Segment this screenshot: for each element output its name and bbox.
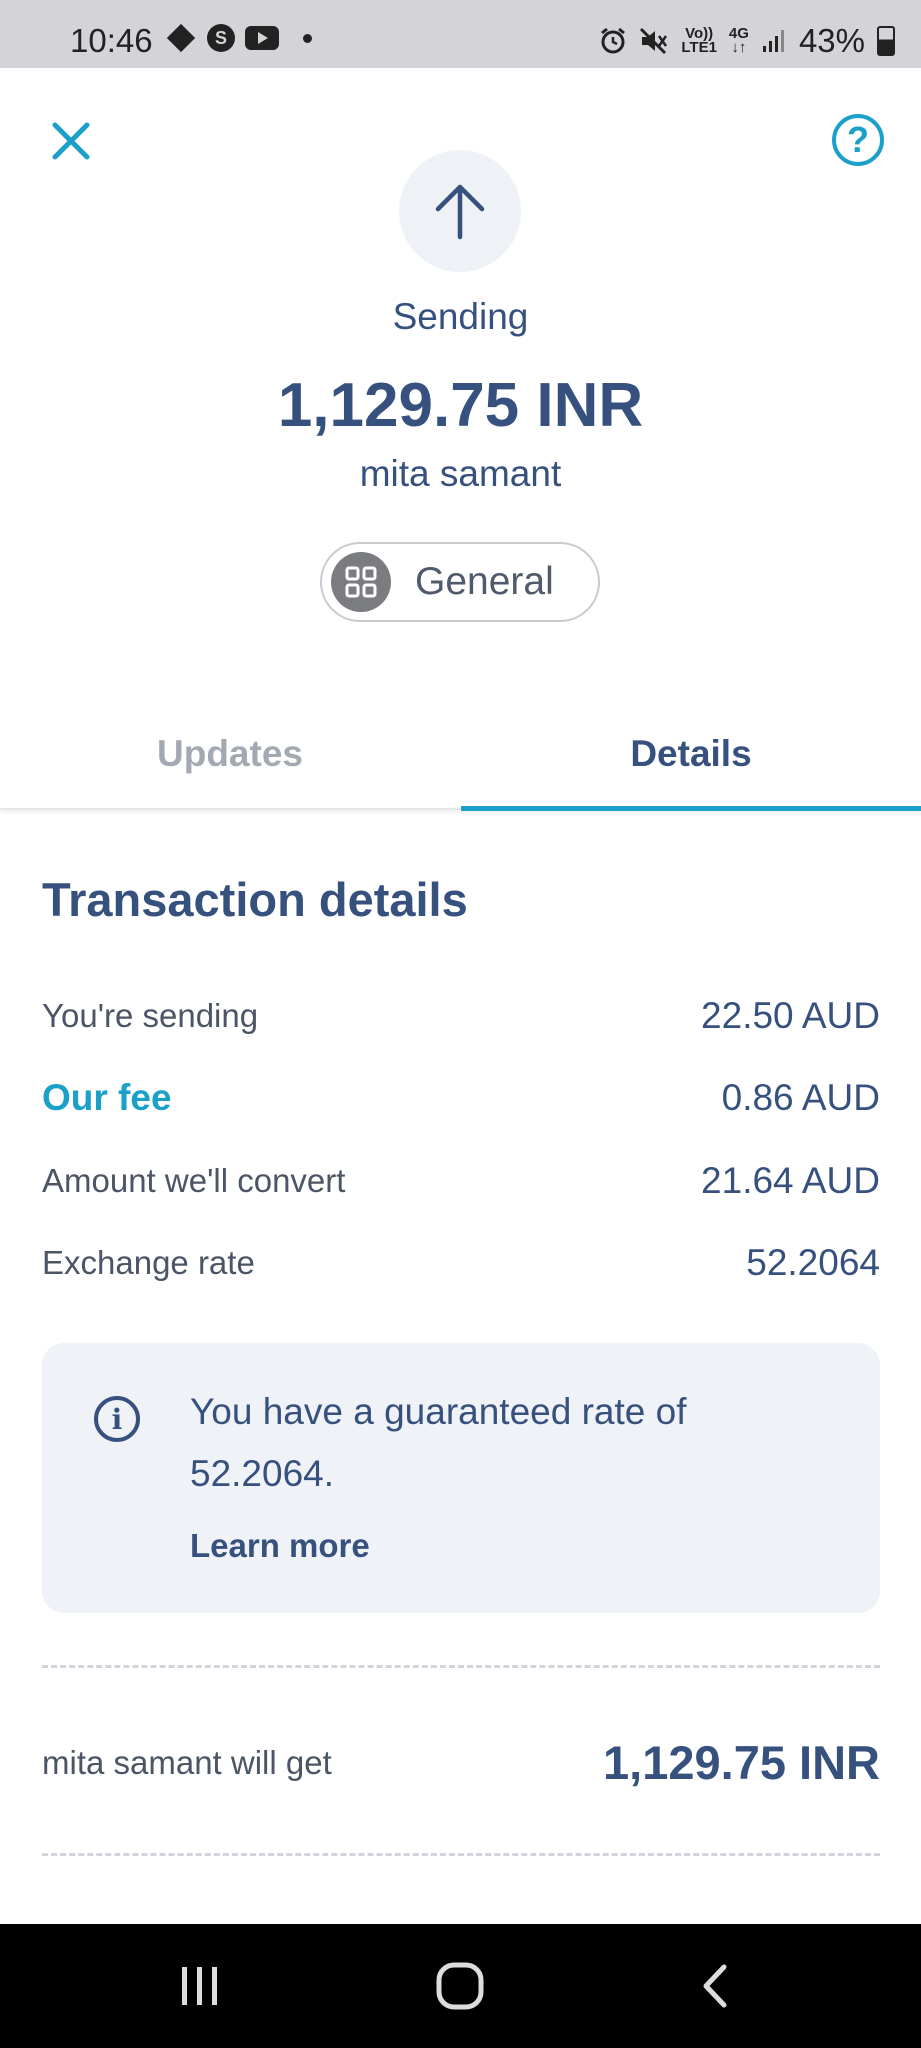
back-icon <box>703 1964 727 2008</box>
row-value: 52.2064 <box>746 1242 880 1283</box>
category-chip[interactable]: General <box>320 542 600 622</box>
network-type: 4G ↓↑ <box>728 25 749 56</box>
diamond-icon <box>166 23 196 53</box>
battery-icon <box>877 26 895 56</box>
row-value: 0.86 AUD <box>721 1077 880 1118</box>
volte-indicator: Vo)) LTE1 <box>681 26 717 56</box>
active-tab-indicator <box>461 806 921 811</box>
s-app-icon: S <box>207 24 235 52</box>
lte-label: LTE1 <box>681 39 717 56</box>
divider <box>42 1853 880 1856</box>
notification-icons: S <box>165 23 312 53</box>
home-button[interactable] <box>380 1924 540 2048</box>
detail-row-convert: Amount we'll convert 21.64 AUD <box>42 1156 880 1206</box>
status-time: 10:46 <box>70 22 153 59</box>
signal-icon <box>762 30 784 52</box>
tab-bar: Updates Details <box>0 700 921 811</box>
row-value: 22.50 AUD <box>701 995 880 1036</box>
transfer-amount: 1,129.75 INR <box>277 371 644 440</box>
question-mark-icon: ? <box>847 119 869 160</box>
arrow-up-icon <box>435 184 485 240</box>
info-text: You have a guaranteed rate of 52.2064. <box>190 1391 687 1494</box>
detail-row-sending: You're sending 22.50 AUD <box>42 991 880 1041</box>
close-button[interactable] <box>46 116 96 166</box>
transfer-direction-badge <box>399 150 521 272</box>
detail-row-fee: Our fee 0.86 AUD <box>42 1073 880 1123</box>
tab-details[interactable]: Details <box>461 700 921 808</box>
recent-apps-button[interactable] <box>120 1924 280 2048</box>
learn-more-link[interactable]: Learn more <box>190 1527 370 1565</box>
alarm-icon <box>601 27 626 54</box>
youtube-icon <box>245 26 279 50</box>
receive-label: mita samant will get <box>42 1744 332 1781</box>
system-nav-bar <box>0 1924 921 2048</box>
system-icons: Vo)) LTE1 4G ↓↑ 43% <box>599 22 895 60</box>
fee-link[interactable]: Our fee <box>42 1077 172 1119</box>
section-title: Transaction details <box>42 873 468 926</box>
row-label: You're sending <box>42 997 259 1034</box>
category-label: General <box>415 560 554 603</box>
mute-icon <box>640 27 668 55</box>
home-icon <box>436 1962 484 2010</box>
receive-amount: 1,129.75 INR <box>603 1736 880 1789</box>
tab-updates[interactable]: Updates <box>0 700 460 808</box>
divider <box>42 1665 880 1668</box>
recent-apps-icon <box>182 1967 217 2005</box>
battery-percent: 43% <box>798 22 865 59</box>
detail-row-rate: Exchange rate 52.2064 <box>42 1238 880 1288</box>
back-button[interactable] <box>636 1924 796 2048</box>
row-label: Amount we'll convert <box>42 1162 346 1199</box>
transfer-status: Sending <box>392 296 529 337</box>
info-icon: i <box>94 1396 140 1442</box>
help-button[interactable]: ? <box>832 114 884 166</box>
row-label: Exchange rate <box>42 1244 255 1281</box>
close-icon <box>52 122 90 160</box>
grid-icon <box>331 552 391 612</box>
more-notifications-dot-icon <box>303 33 312 43</box>
recipient-name: mita samant <box>359 453 562 494</box>
row-value: 21.64 AUD <box>701 1160 880 1201</box>
status-bar: 10:46 S Vo)) LTE1 4G ↓↑ 43% <box>0 0 921 68</box>
rate-info-box: i You have a guaranteed rate of 52.2064.… <box>42 1343 880 1613</box>
